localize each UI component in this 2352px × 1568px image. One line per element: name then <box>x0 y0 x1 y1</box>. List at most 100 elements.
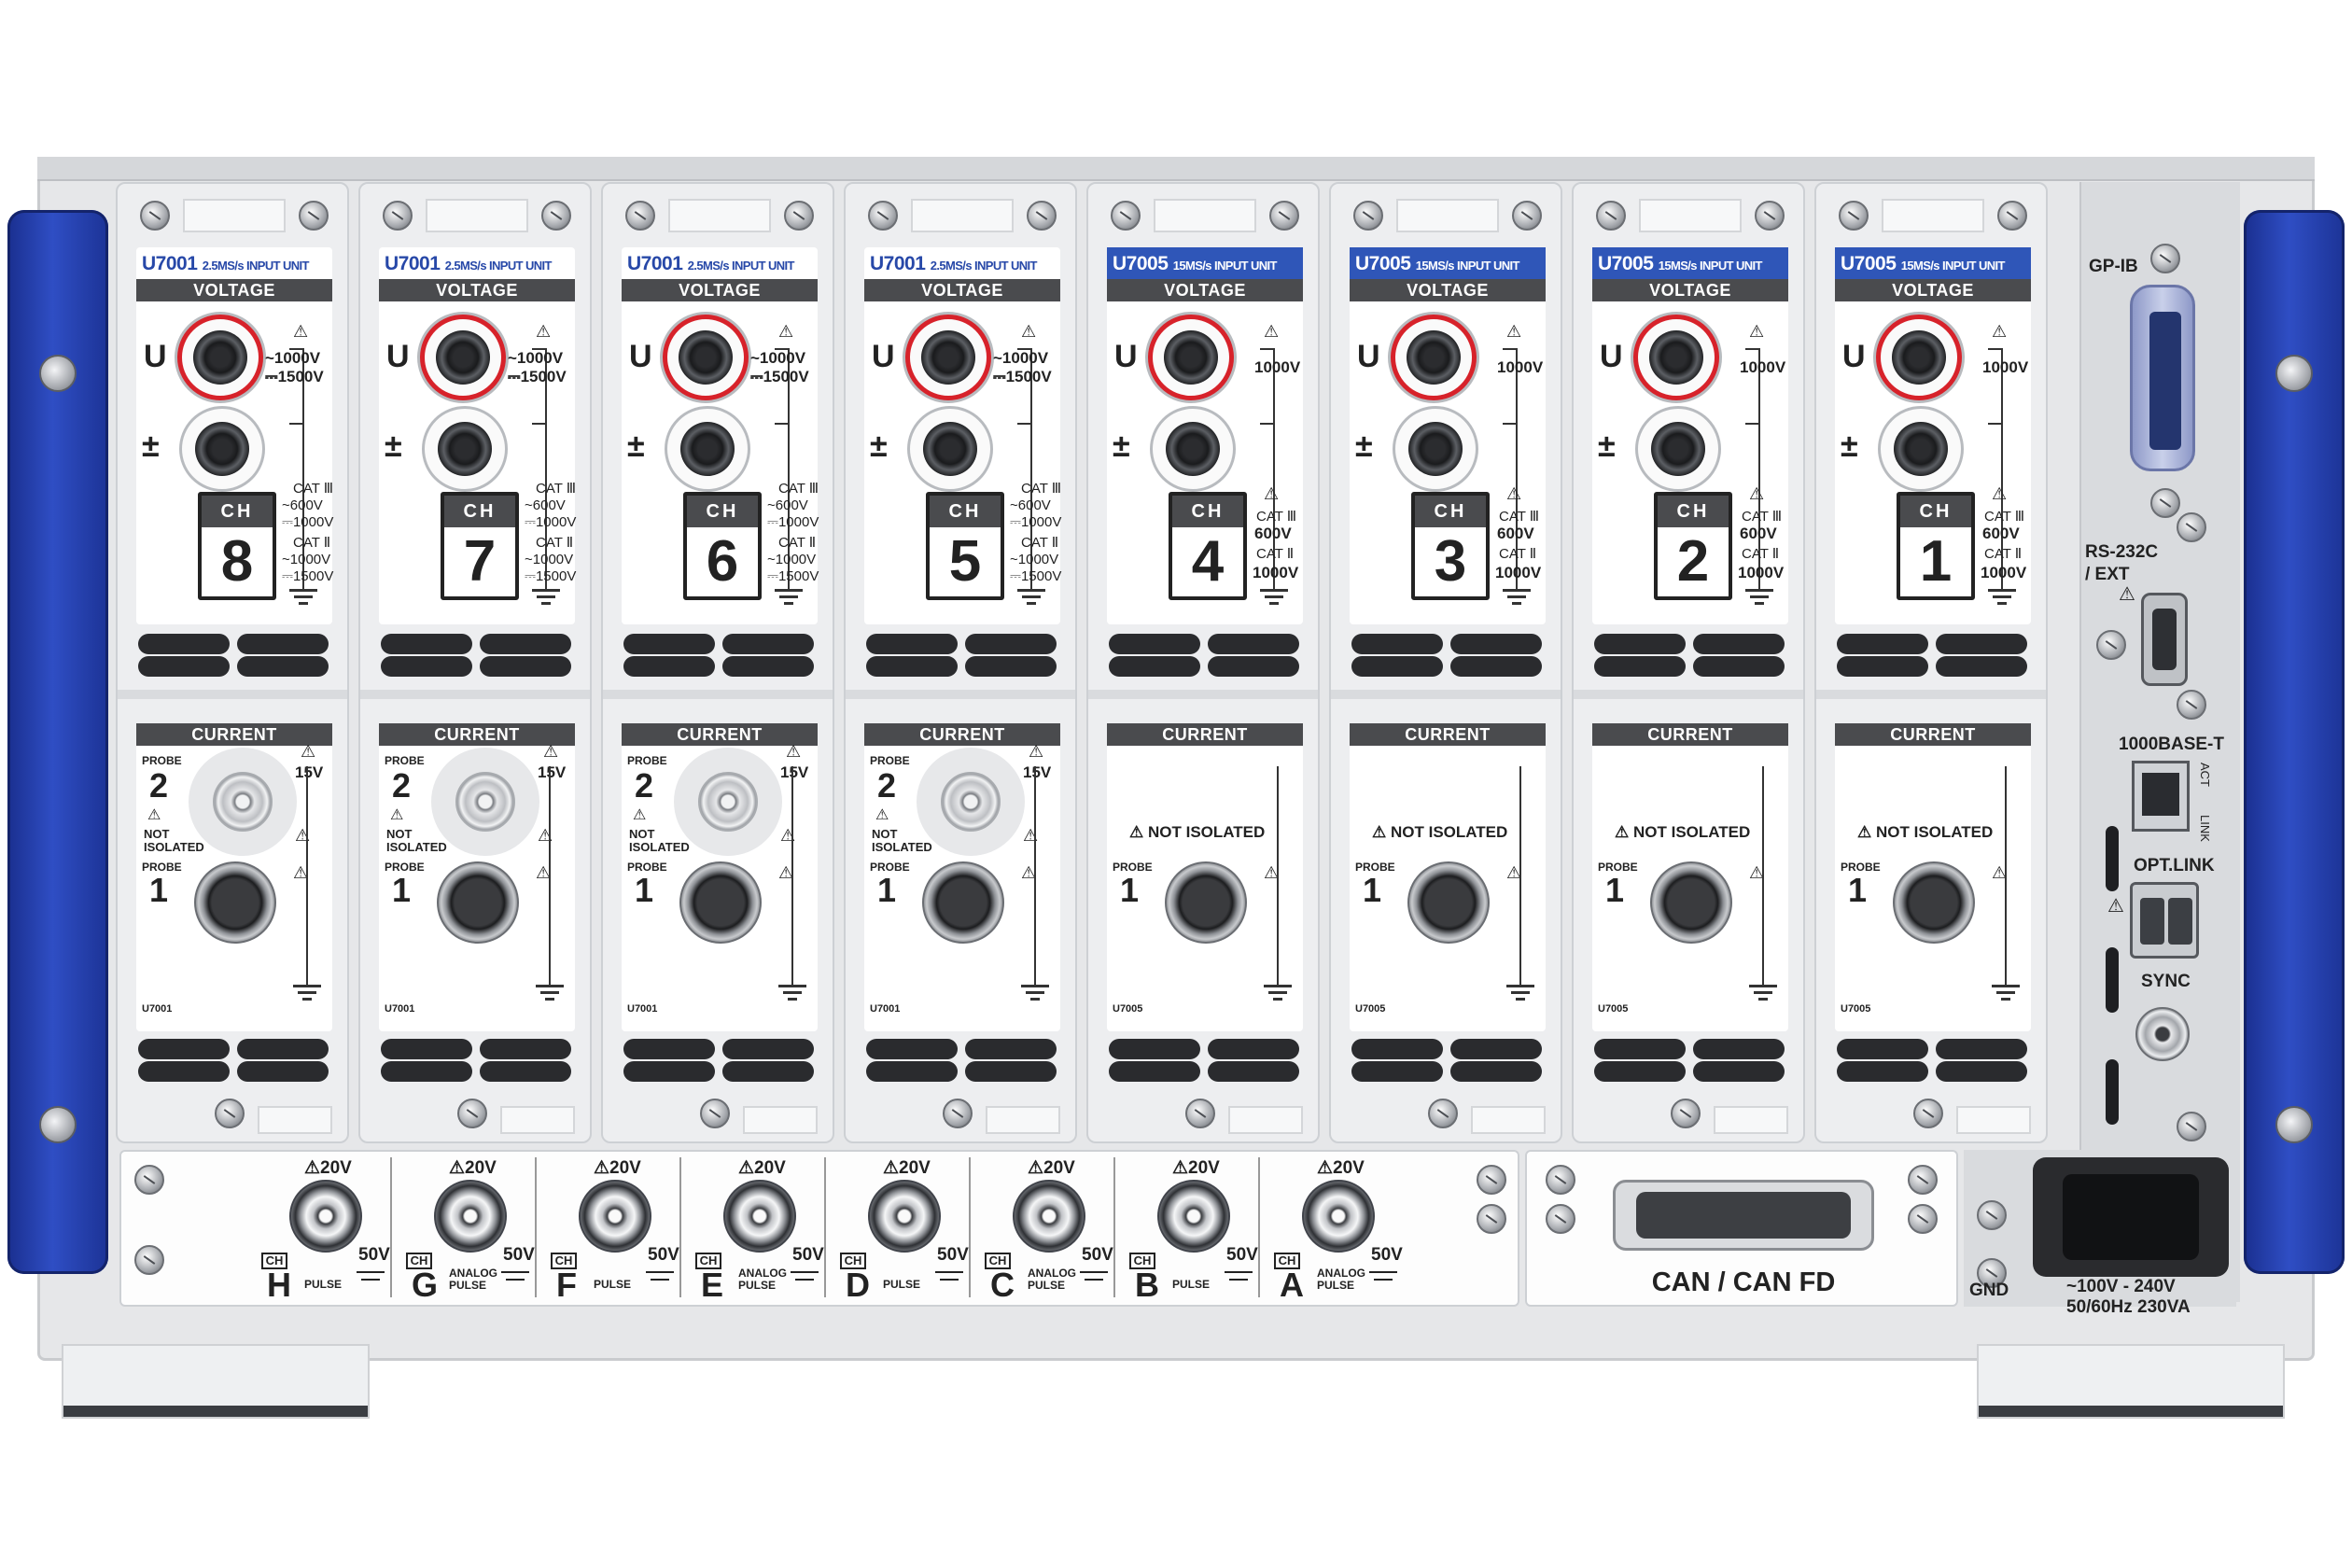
handle-right[interactable] <box>2244 210 2345 1274</box>
u-terminal-label: U <box>872 339 895 374</box>
voltage-u-terminal[interactable] <box>420 315 506 400</box>
voltage-pm-terminal[interactable] <box>1150 406 1236 492</box>
warning-icon: ⚠ <box>786 742 802 761</box>
voltage-u-terminal[interactable] <box>1148 315 1234 400</box>
gpib-connector[interactable] <box>2130 285 2195 471</box>
ground-symbol <box>298 991 316 994</box>
probe2-bnc-connector[interactable] <box>941 772 1001 832</box>
cat3-label: CAT Ⅲ <box>778 481 819 497</box>
ground-symbol <box>1225 1271 1253 1273</box>
cat2-label: CAT Ⅱ <box>1499 546 1537 562</box>
separator <box>679 1157 681 1297</box>
handle-left[interactable] <box>7 210 108 1274</box>
bnc-connector-C[interactable] <box>1013 1180 1085 1253</box>
pm-terminal-label: ± <box>385 428 402 464</box>
bnc-connector-G[interactable] <box>434 1180 507 1253</box>
ground-symbol <box>935 1271 963 1273</box>
warning-icon: ⚠ <box>293 322 309 341</box>
current-panel: CURRENT PROBE 2 ⚠ 15V ⚠ NOT ISOLATED ⚠ PROBE 1 ⚠ U70… <box>136 723 332 1031</box>
voltage-pm-terminal[interactable] <box>179 406 265 492</box>
voltage-u-terminal[interactable] <box>905 315 991 400</box>
voltage-pm-terminal[interactable] <box>1635 406 1721 492</box>
input-unit-ch8: U7001 2.5MS/s INPUT UNIT VOLTAGE U ± ⚠ ~1000V… <box>116 182 349 1143</box>
cat3-dc-rating: ⎓1000V <box>525 514 577 530</box>
probe1-connector[interactable] <box>1407 861 1490 944</box>
ground-line <box>1762 766 1764 987</box>
probe1-connector[interactable] <box>679 861 762 944</box>
input-unit-ch1: U7005 15MS/s INPUT UNIT VOLTAGE U ± ⚠ 1000V ⚠ C… <box>1814 182 2048 1143</box>
probe1-number: 1 <box>877 871 897 909</box>
voltage-rating: 1000V <box>1740 358 1786 376</box>
voltage-pm-terminal[interactable] <box>1878 406 1964 492</box>
probe2-bnc-connector[interactable] <box>455 772 515 832</box>
voltage-u-terminal[interactable] <box>177 315 263 400</box>
probe1-connector[interactable] <box>1650 861 1732 944</box>
probe1-connector[interactable] <box>437 861 519 944</box>
optlink-label: OPT.LINK <box>2134 856 2215 875</box>
label-plate <box>258 1106 332 1134</box>
voltage-pm-terminal[interactable] <box>1393 406 1478 492</box>
ground-symbol <box>1506 985 1534 987</box>
voltage-u-terminal[interactable] <box>1876 315 1962 400</box>
input-rating: ⚠20V <box>738 1158 786 1178</box>
ground-symbol <box>1745 589 1773 592</box>
cat2-label: CAT Ⅱ <box>536 535 574 551</box>
probe1-connector[interactable] <box>1165 861 1247 944</box>
voltage-u-terminal[interactable] <box>1391 315 1477 400</box>
channel-badge-header: CH <box>930 496 1001 527</box>
ground-symbol <box>1516 998 1525 1001</box>
sync-connector[interactable] <box>2135 1007 2190 1061</box>
signal-type: PULSE <box>883 1278 921 1291</box>
ground-symbol <box>1749 985 1777 987</box>
foot-left <box>62 1344 370 1419</box>
u-terminal-label: U <box>386 339 410 374</box>
cat2-ac-rating: ~1000V <box>525 552 574 567</box>
probe1-connector[interactable] <box>922 861 1004 944</box>
optlink-warning-icon: ⚠ <box>2107 896 2124 917</box>
channel-badge: CH 8 <box>198 492 276 600</box>
cat3-ac-rating: ~600V <box>1010 497 1051 513</box>
probe1-connector[interactable] <box>1893 861 1975 944</box>
probe2-bnc-connector[interactable] <box>213 772 273 832</box>
voltage-rating-dc: ⎓1500V <box>993 368 1052 385</box>
ground-line <box>1260 423 1275 425</box>
ground-symbol <box>1273 998 1282 1001</box>
vent <box>866 708 1058 718</box>
voltage-pm-terminal[interactable] <box>907 406 993 492</box>
optical-link-port[interactable] <box>2130 882 2199 959</box>
analog-output-D: ⚠20V 50V CH D PULSE <box>827 1152 971 1309</box>
ac-power-inlet[interactable] <box>2033 1157 2229 1277</box>
act-label: ACT <box>2198 763 2212 787</box>
bnc-connector-D[interactable] <box>868 1180 941 1253</box>
vent <box>138 634 330 656</box>
cat2-dc-rating: ⎓1500V <box>282 568 334 584</box>
voltage-u-terminal[interactable] <box>1633 315 1719 400</box>
bnc-connector-E[interactable] <box>723 1180 796 1253</box>
ground-symbol <box>783 991 802 994</box>
bnc-connector-A[interactable] <box>1302 1180 1375 1253</box>
ground-symbol <box>536 985 564 987</box>
screw <box>1185 1099 1215 1128</box>
analog-output-B: ⚠20V 50V CH B PULSE <box>1116 1152 1260 1309</box>
bnc-connector-H[interactable] <box>289 1180 362 1253</box>
vent <box>623 1061 816 1084</box>
voltage-rating: 1000V <box>1982 358 2029 376</box>
rs232-connector[interactable] <box>2141 593 2188 686</box>
voltage-u-terminal[interactable] <box>663 315 749 400</box>
voltage-pm-terminal[interactable] <box>422 406 508 492</box>
ground-line <box>775 423 790 425</box>
bnc-connector-F[interactable] <box>579 1180 651 1253</box>
can-connector[interactable] <box>1613 1180 1874 1251</box>
ethernet-port[interactable] <box>2132 761 2190 832</box>
vent <box>1351 1039 1544 1061</box>
warning-icon: ⚠ <box>1264 484 1280 503</box>
label-plate <box>1882 199 1984 232</box>
probe2-bnc-connector[interactable] <box>698 772 758 832</box>
pm-terminal-label: ± <box>1841 428 1858 464</box>
probe1-connector[interactable] <box>194 861 276 944</box>
voltage-pm-terminal[interactable] <box>665 406 750 492</box>
vent-slot <box>2106 826 2119 891</box>
input-rating: ⚠20V <box>449 1158 497 1178</box>
warning-icon: ⚠ <box>1749 484 1765 503</box>
bnc-connector-B[interactable] <box>1157 1180 1230 1253</box>
